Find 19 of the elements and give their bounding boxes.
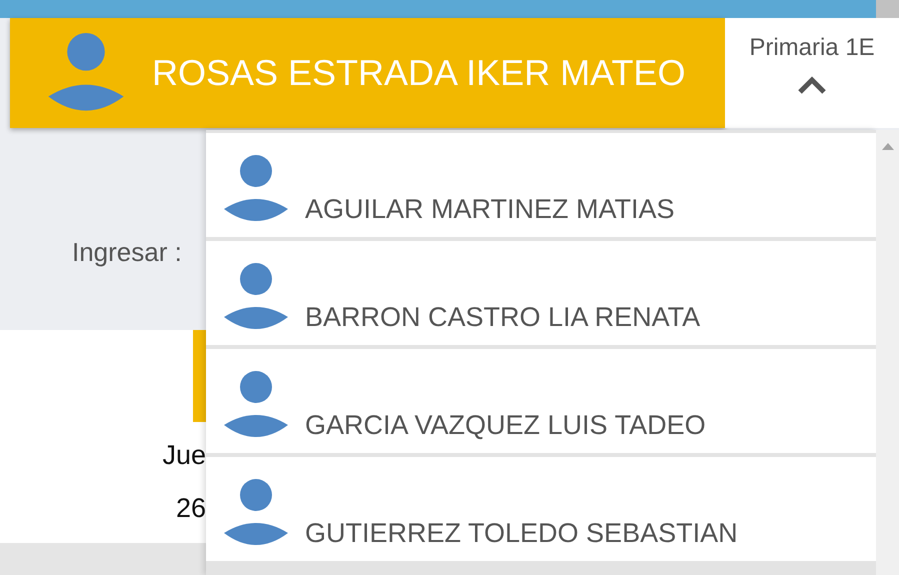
person-icon bbox=[224, 263, 288, 331]
group-label: Primaria 1E bbox=[749, 34, 875, 62]
person-icon bbox=[224, 371, 288, 439]
chevron-icon[interactable] bbox=[798, 76, 826, 94]
person-icon bbox=[224, 479, 288, 547]
student-item[interactable]: AGUILAR MARTINEZ MATIAS bbox=[206, 133, 876, 237]
scroll-up-icon[interactable] bbox=[882, 143, 894, 150]
date-label: 26 bbox=[176, 493, 206, 524]
day-label: Jue bbox=[162, 440, 206, 471]
person-icon bbox=[224, 155, 288, 223]
scrollbar[interactable] bbox=[876, 130, 899, 575]
student-item[interactable]: GARCIA VAZQUEZ LUIS TADEO bbox=[206, 349, 876, 453]
student-item[interactable]: BARRON CASTRO LIA RENATA bbox=[206, 241, 876, 345]
student-item[interactable]: GUTIERREZ TOLEDO SEBASTIAN bbox=[206, 457, 876, 561]
group-selector[interactable]: Primaria 1E bbox=[725, 18, 899, 128]
student-name: ROSAS ESTRADA IKER MATEO bbox=[152, 52, 686, 94]
person-icon bbox=[48, 33, 124, 113]
prompt-label: Ingresar : bbox=[72, 237, 182, 268]
scrollbar-thumb[interactable] bbox=[876, 0, 899, 18]
